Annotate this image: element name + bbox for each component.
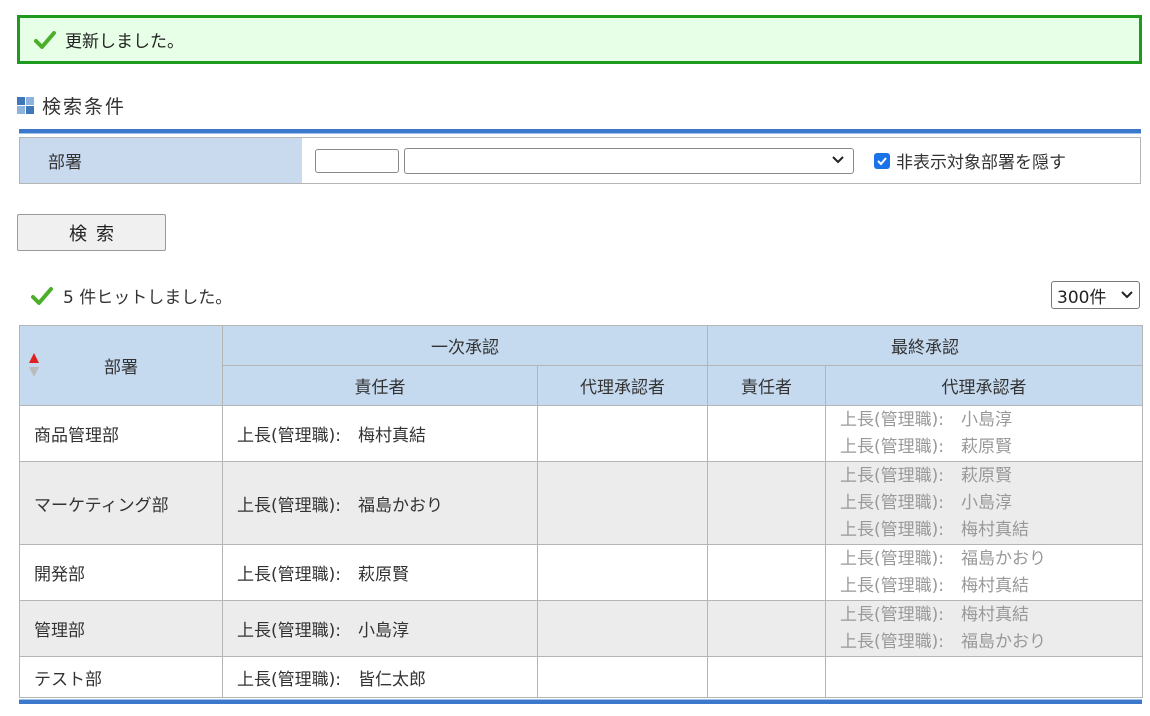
- column-header-department[interactable]: 部署: [19, 325, 223, 406]
- table-bottom-divider: [19, 699, 1142, 704]
- checkmark-icon: [31, 286, 53, 305]
- chevron-down-icon: [1121, 291, 1133, 299]
- proxy-entry: 上長(管理職): 福島かおり: [840, 548, 1046, 569]
- column-header-proxy: 代理承認者: [537, 365, 708, 406]
- first-proxy-cell: [537, 461, 708, 545]
- column-header-department-label: 部署: [104, 358, 138, 378]
- search-button[interactable]: 検索: [17, 214, 166, 251]
- first-proxy-cell: [537, 544, 708, 601]
- proxy-entry: 上長(管理職): 萩原賢: [840, 436, 1012, 457]
- proxy-entry: 上長(管理職): 福島かおり: [840, 631, 1046, 652]
- table-row: 商品管理部 上長(管理職): 梅村真結 上長(管理職): 小島淳 上長(管理職)…: [19, 405, 1143, 462]
- per-page-select[interactable]: 300件: [1051, 281, 1140, 309]
- column-header-responsible: 責任者: [222, 365, 538, 406]
- first-responsible-cell: 上長(管理職): 梅村真結: [222, 405, 538, 462]
- department-cell[interactable]: 管理部: [19, 600, 223, 657]
- final-responsible-cell: [707, 656, 826, 698]
- column-header-final-responsible: 責任者: [707, 365, 826, 406]
- first-proxy-cell: [537, 405, 708, 462]
- proxy-entry: 上長(管理職): 梅村真結: [840, 519, 1029, 540]
- final-proxy-cell: 上長(管理職): 梅村真結 上長(管理職): 福島かおり: [825, 600, 1143, 657]
- section-divider: [19, 129, 1141, 134]
- first-responsible-cell: 上長(管理職): 小島淳: [222, 600, 538, 657]
- results-table: 部署 一次承認 最終承認 責任者 代理承認者 責任者 代理承認者 商品管理部 上…: [19, 325, 1143, 698]
- hide-hidden-departments-checkbox[interactable]: [874, 152, 890, 169]
- first-responsible-cell: 上長(管理職): 皆仁太郎: [222, 656, 538, 698]
- column-header-final-approval: 最終承認: [707, 325, 1143, 366]
- final-responsible-cell: [707, 600, 826, 657]
- table-row: テスト部 上長(管理職): 皆仁太郎: [19, 656, 1143, 698]
- proxy-entry: 上長(管理職): 小島淳: [840, 492, 1012, 513]
- final-proxy-cell: 上長(管理職): 福島かおり 上長(管理職): 梅村真結: [825, 544, 1143, 601]
- final-responsible-cell: [707, 461, 826, 545]
- per-page-value: 300件: [1057, 287, 1107, 308]
- proxy-entry: 上長(管理職): 小島淳: [840, 409, 1012, 430]
- search-condition-row: 部署 非表示対象部署を隠す: [19, 137, 1141, 184]
- department-cell[interactable]: 商品管理部: [19, 405, 223, 462]
- table-row: マーケティング部 上長(管理職): 福島かおり 上長(管理職): 萩原賢 上長(…: [19, 461, 1143, 545]
- department-cell[interactable]: テスト部: [19, 656, 223, 698]
- banner-message: 更新しました。: [65, 32, 184, 52]
- section-title-text: 検索条件: [42, 96, 127, 118]
- search-section-title: 検索条件: [17, 92, 126, 119]
- final-proxy-cell: [825, 656, 1143, 698]
- hit-count: 5 件ヒットしました。: [31, 283, 232, 308]
- hit-count-text: 5 件ヒットしました。: [63, 288, 233, 308]
- department-select[interactable]: [404, 147, 854, 174]
- proxy-entry: 上長(管理職): 梅村真結: [840, 604, 1029, 625]
- final-responsible-cell: [707, 544, 826, 601]
- proxy-entry: 上長(管理職): 萩原賢: [840, 465, 1012, 486]
- department-label: 部署: [20, 138, 302, 183]
- table-row: 管理部 上長(管理職): 小島淳 上長(管理職): 梅村真結 上長(管理職): …: [19, 600, 1143, 657]
- grid-icon: [17, 97, 34, 114]
- sort-icon[interactable]: [28, 352, 40, 378]
- department-code-input[interactable]: [315, 148, 399, 173]
- check-icon: [877, 156, 887, 165]
- checkmark-icon: [34, 30, 56, 49]
- first-responsible-cell: 上長(管理職): 萩原賢: [222, 544, 538, 601]
- column-header-final-proxy: 代理承認者: [825, 365, 1143, 406]
- first-responsible-cell: 上長(管理職): 福島かおり: [222, 461, 538, 545]
- proxy-entry: 上長(管理職): 梅村真結: [840, 575, 1029, 596]
- chevron-down-icon: [832, 155, 844, 163]
- first-proxy-cell: [537, 656, 708, 698]
- hide-checkbox-label: 非表示対象部署を隠す: [896, 153, 1066, 173]
- success-banner: 更新しました。: [17, 15, 1142, 64]
- final-responsible-cell: [707, 405, 826, 462]
- final-proxy-cell: 上長(管理職): 小島淳 上長(管理職): 萩原賢: [825, 405, 1143, 462]
- final-proxy-cell: 上長(管理職): 萩原賢 上長(管理職): 小島淳 上長(管理職): 梅村真結: [825, 461, 1143, 545]
- department-cell[interactable]: 開発部: [19, 544, 223, 601]
- first-proxy-cell: [537, 600, 708, 657]
- column-header-first-approval: 一次承認: [222, 325, 708, 366]
- table-row: 開発部 上長(管理職): 萩原賢 上長(管理職): 福島かおり 上長(管理職):…: [19, 544, 1143, 601]
- department-cell[interactable]: マーケティング部: [19, 461, 223, 545]
